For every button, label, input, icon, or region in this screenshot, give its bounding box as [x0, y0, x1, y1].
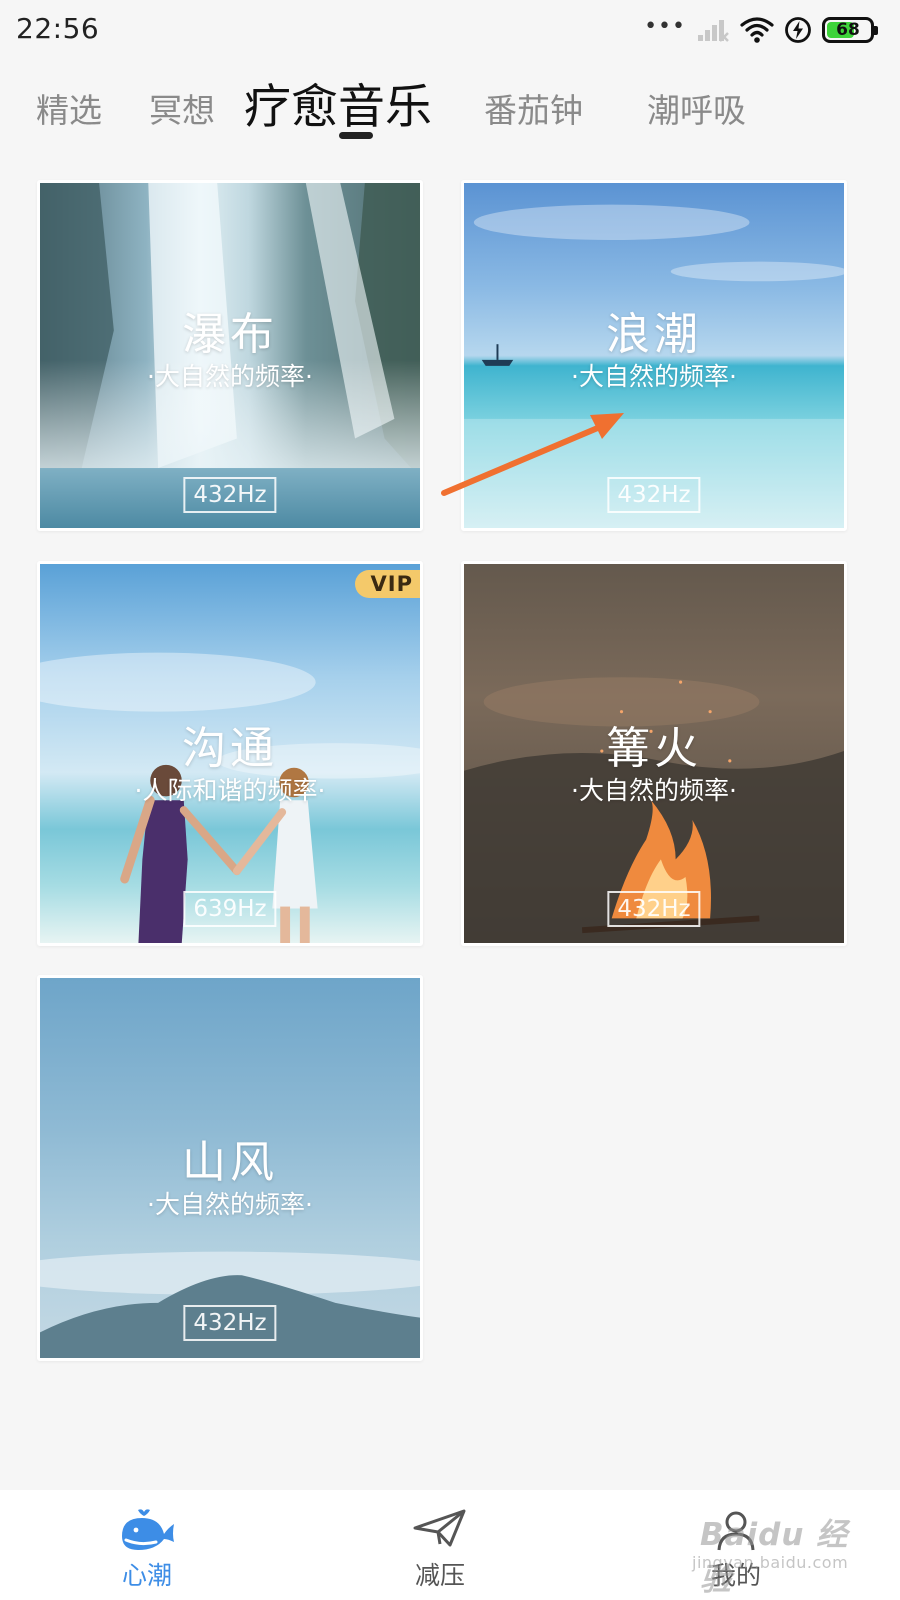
bottom-nav: 心潮 减压 我的 [0, 1490, 900, 1600]
tab-meditation[interactable]: 冥想 [149, 84, 215, 132]
nav-label: 减压 [414, 1561, 465, 1590]
charging-icon [785, 17, 811, 43]
battery-level: 68 [836, 20, 860, 40]
card-frequency: 432Hz [607, 891, 701, 927]
card-subtitle: ·大自然的频率· [571, 362, 737, 391]
music-card-waterfall[interactable]: 瀑布 ·大自然的频率· 432Hz [37, 180, 423, 531]
card-title: 瀑布 [182, 309, 278, 360]
card-subtitle: ·大自然的频率· [147, 362, 313, 391]
tab-featured[interactable]: 精选 [36, 84, 102, 132]
category-tabs: 精选 冥想 疗愈音乐 番茄钟 潮呼吸 [0, 62, 900, 152]
active-tab-indicator [339, 132, 373, 139]
card-frequency: 432Hz [183, 477, 277, 513]
whale-icon [122, 1509, 174, 1550]
card-subtitle: ·大自然的频率· [571, 776, 737, 805]
status-time: 22:56 [16, 12, 100, 45]
music-card-campfire[interactable]: 篝火 ·大自然的频率· 432Hz [461, 561, 847, 946]
card-subtitle: ·人际和谐的频率· [134, 776, 326, 805]
card-title: 浪潮 [606, 309, 702, 360]
nav-label: 心潮 [121, 1561, 172, 1590]
battery-icon: 68 [822, 17, 878, 43]
tab-pomodoro[interactable]: 番茄钟 [484, 84, 583, 132]
nav-label: 我的 [710, 1561, 761, 1590]
signal-icon [698, 20, 729, 42]
music-card-mountain-wind[interactable]: 山风 ·大自然的频率· 432Hz [37, 975, 423, 1361]
tab-breathing[interactable]: 潮呼吸 [647, 84, 746, 132]
nav-item-decompress[interactable]: 减压 [340, 1490, 540, 1600]
paper-plane-icon [413, 1509, 466, 1547]
nav-item-xinchao[interactable]: 心潮 [47, 1490, 247, 1600]
annotation-arrow-icon [441, 413, 624, 496]
card-subtitle: ·大自然的频率· [147, 1190, 313, 1219]
more-dots-icon: ••• [644, 14, 686, 39]
vip-badge: VIP [354, 570, 420, 598]
music-card-communication[interactable]: VIP 沟通 ·人际和谐的频率· 639Hz [37, 561, 423, 946]
wifi-icon [740, 17, 774, 43]
tab-healing-music[interactable]: 疗愈音乐 [244, 68, 432, 137]
card-frequency: 639Hz [183, 891, 277, 927]
status-icons: ••• 68 [644, 14, 878, 46]
nav-item-mine[interactable]: 我的 [636, 1490, 836, 1600]
card-title: 山风 [182, 1137, 278, 1188]
profile-icon [717, 1511, 755, 1551]
card-frequency: 432Hz [183, 1305, 277, 1341]
card-title: 沟通 [182, 723, 278, 774]
card-title: 篝火 [606, 723, 702, 774]
status-bar: 22:56 ••• 68 [0, 0, 900, 62]
